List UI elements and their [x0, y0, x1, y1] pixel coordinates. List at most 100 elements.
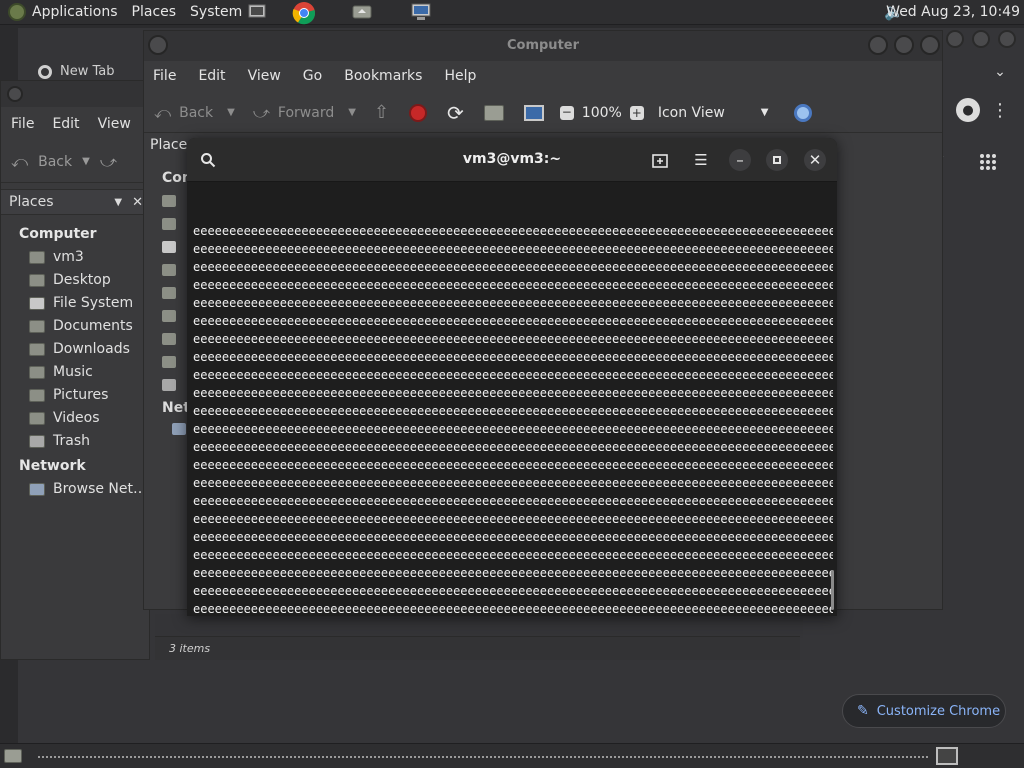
- minimize-icon[interactable]: –: [729, 149, 751, 171]
- terminal-launcher-icon[interactable]: [248, 3, 268, 21]
- sidebar-item-music[interactable]: Music: [1, 361, 149, 384]
- fm-main-menu-view[interactable]: View: [248, 68, 281, 93]
- fm-back-places-selector[interactable]: Places ▼ ✕: [1, 189, 149, 215]
- fm-main-menu-go[interactable]: Go: [303, 68, 322, 93]
- terminal-line: eeeeeeeeeeeeeeeeeeeeeeeeeeeeeeeeeeeeeeee…: [193, 440, 833, 454]
- search-icon[interactable]: [794, 103, 813, 122]
- terminal-line: eeeeeeeeeeeeeeeeeeeeeeeeeeeeeeeeeeeeeeee…: [193, 314, 833, 328]
- zoom-out-icon[interactable]: −: [559, 105, 574, 120]
- terminal-line: eeeeeeeeeeeeeeeeeeeeeeeeeeeeeeeeeeeeeeee…: [193, 278, 833, 292]
- home-icon[interactable]: [483, 104, 504, 121]
- fm-main-close-button[interactable]: [920, 35, 940, 55]
- window-list: [38, 756, 928, 758]
- chevron-down-icon[interactable]: ▼: [348, 107, 356, 118]
- new-tab-icon[interactable]: [649, 149, 671, 171]
- sidebar-item-videos[interactable]: Videos: [1, 407, 149, 430]
- stop-icon[interactable]: [409, 103, 428, 122]
- chrome-menu-icon[interactable]: ⋮: [991, 98, 1009, 122]
- sidebar-item-vm3[interactable]: vm3: [1, 246, 149, 269]
- fm-main-toolbar: ⤺ Back ▼ ⤻ Forward ▼ ⇧ ⟳ − 100% + Icon V…: [144, 93, 942, 133]
- fm-main-back-button[interactable]: ⤺ Back: [154, 103, 213, 123]
- file-manager-back-window: File Edit View ⤺ Back ▼ ⤻ Places ▼ ✕ Com…: [0, 80, 150, 660]
- terminal-line: eeeeeeeeeeeeeeeeeeeeeeeeeeeeeeeeeeeeeeee…: [193, 566, 833, 580]
- maximize-icon[interactable]: [766, 149, 788, 171]
- computer-icon[interactable]: [523, 104, 544, 121]
- fm-main-minimize-button[interactable]: [868, 35, 888, 55]
- clock[interactable]: Wed Aug 23, 10:49: [886, 4, 1020, 20]
- menu-applications[interactable]: Applications: [32, 4, 118, 20]
- back-label: Back: [179, 104, 214, 121]
- sidebar-item-trash[interactable]: Trash: [1, 430, 149, 453]
- view-mode-selector[interactable]: Icon View ▼: [658, 105, 769, 121]
- chrome-profile-icon[interactable]: ●: [956, 98, 980, 122]
- sidebar-item-pictures[interactable]: Pictures: [1, 384, 149, 407]
- terminal-line: eeeeeeeeeeeeeeeeeeeeeeeeeeeeeeeeeeeeeeee…: [193, 422, 833, 436]
- fm-back-window-button[interactable]: [7, 86, 23, 102]
- chrome-tab-search-icon[interactable]: ⌄: [988, 62, 1012, 82]
- chevron-down-icon[interactable]: ▼: [114, 197, 122, 208]
- google-apps-icon[interactable]: [976, 150, 1000, 174]
- fm-main-menu-bookmarks[interactable]: Bookmarks: [344, 68, 422, 93]
- sidebar-item-browse-network[interactable]: Browse Net…: [1, 478, 149, 501]
- up-arrow-icon[interactable]: ⇧: [374, 102, 389, 123]
- chrome-tab-icon: [38, 64, 52, 79]
- terminal-output[interactable]: eeeeeeeeeeeeeeeeeeeeeeeeeeeeeeeeeeeeeeee…: [193, 186, 833, 616]
- menu-system[interactable]: System: [190, 4, 242, 20]
- drive-icon: [29, 296, 45, 310]
- close-icon[interactable]: ✕: [804, 149, 826, 171]
- terminal-headerbar[interactable]: vm3@vm3:~ ☰ – ✕: [187, 138, 837, 182]
- close-icon[interactable]: ✕: [132, 195, 143, 210]
- chrome-tab-new-tab[interactable]: New Tab: [38, 64, 115, 79]
- zoom-level[interactable]: 100%: [582, 105, 622, 121]
- pencil-icon: ✎: [857, 703, 869, 719]
- fm-back-titlebar[interactable]: [1, 81, 149, 107]
- forward-arrow-icon[interactable]: ⤻: [100, 152, 117, 172]
- terminal-line: eeeeeeeeeeeeeeeeeeeeeeeeeeeeeeeeeeeeeeee…: [193, 350, 833, 364]
- sidebar-item-label: Trash: [53, 433, 90, 449]
- sidebar-item-desktop[interactable]: Desktop: [1, 269, 149, 292]
- hamburger-menu-icon[interactable]: ☰: [690, 149, 712, 171]
- show-desktop-icon[interactable]: [4, 749, 22, 763]
- home-folder-launcher-icon[interactable]: [352, 3, 372, 21]
- desktop-folder-icon: [29, 273, 45, 287]
- fm-back-menu-edit[interactable]: Edit: [52, 116, 79, 141]
- sidebar-item-label: Downloads: [53, 341, 130, 357]
- terminal-window: vm3@vm3:~ ☰ – ✕ eeeeeeeeeeeeeeeeeeeeeeee…: [187, 138, 837, 616]
- terminal-scrollbar[interactable]: [831, 570, 834, 610]
- computer-launcher-icon[interactable]: [410, 3, 431, 21]
- sidebar-item-downloads[interactable]: Downloads: [1, 338, 149, 361]
- gnome-foot-icon[interactable]: [8, 3, 26, 21]
- chrome-minimize-button[interactable]: [946, 30, 964, 48]
- fm-back-back-button[interactable]: Back: [38, 154, 72, 170]
- music-folder-icon: [29, 365, 45, 379]
- reload-icon[interactable]: ⟳: [447, 101, 464, 125]
- fm-main-menu-edit[interactable]: Edit: [198, 68, 225, 93]
- fm-main-menu-file[interactable]: File: [153, 68, 176, 93]
- chevron-down-icon[interactable]: ▼: [82, 156, 90, 167]
- chevron-down-icon[interactable]: ▼: [227, 107, 235, 118]
- network-icon: [29, 482, 45, 496]
- fm-back-sidebar: Computer vm3 Desktop File System Documen…: [1, 215, 149, 501]
- terminal-line: eeeeeeeeeeeeeeeeeeeeeeeeeeeeeeeeeeeeeeee…: [193, 548, 833, 562]
- fm-main-menu-button[interactable]: [148, 35, 168, 55]
- chrome-launcher-icon[interactable]: [292, 1, 316, 25]
- sidebar-header-computer: Computer: [19, 226, 97, 242]
- chrome-maximize-button[interactable]: [972, 30, 990, 48]
- fm-main-menu-help[interactable]: Help: [444, 68, 476, 93]
- sidebar-item-documents[interactable]: Documents: [1, 315, 149, 338]
- chrome-close-button[interactable]: [998, 30, 1016, 48]
- customize-chrome-button[interactable]: ✎ Customize Chrome: [842, 694, 1006, 728]
- zoom-in-icon[interactable]: +: [629, 105, 644, 120]
- fm-back-menu-view[interactable]: View: [98, 116, 131, 141]
- fm-main-titlebar[interactable]: Computer: [144, 31, 942, 61]
- workspace-switcher-icon[interactable]: [936, 747, 958, 765]
- fm-main-maximize-button[interactable]: [894, 35, 914, 55]
- sidebar-item-label: Browse Net…: [53, 481, 148, 497]
- fm-back-menu-file[interactable]: File: [11, 116, 34, 141]
- terminal-line: eeeeeeeeeeeeeeeeeeeeeeeeeeeeeeeeeeeeeeee…: [193, 602, 833, 616]
- menu-places[interactable]: Places: [132, 4, 177, 20]
- fm-back-toolbar: ⤺ Back ▼ ⤻: [1, 141, 149, 183]
- terminal-line: eeeeeeeeeeeeeeeeeeeeeeeeeeeeeeeeeeeeeeee…: [193, 242, 833, 256]
- sidebar-item-file-system[interactable]: File System: [1, 292, 149, 315]
- fm-main-forward-button[interactable]: ⤻ Forward: [253, 103, 334, 123]
